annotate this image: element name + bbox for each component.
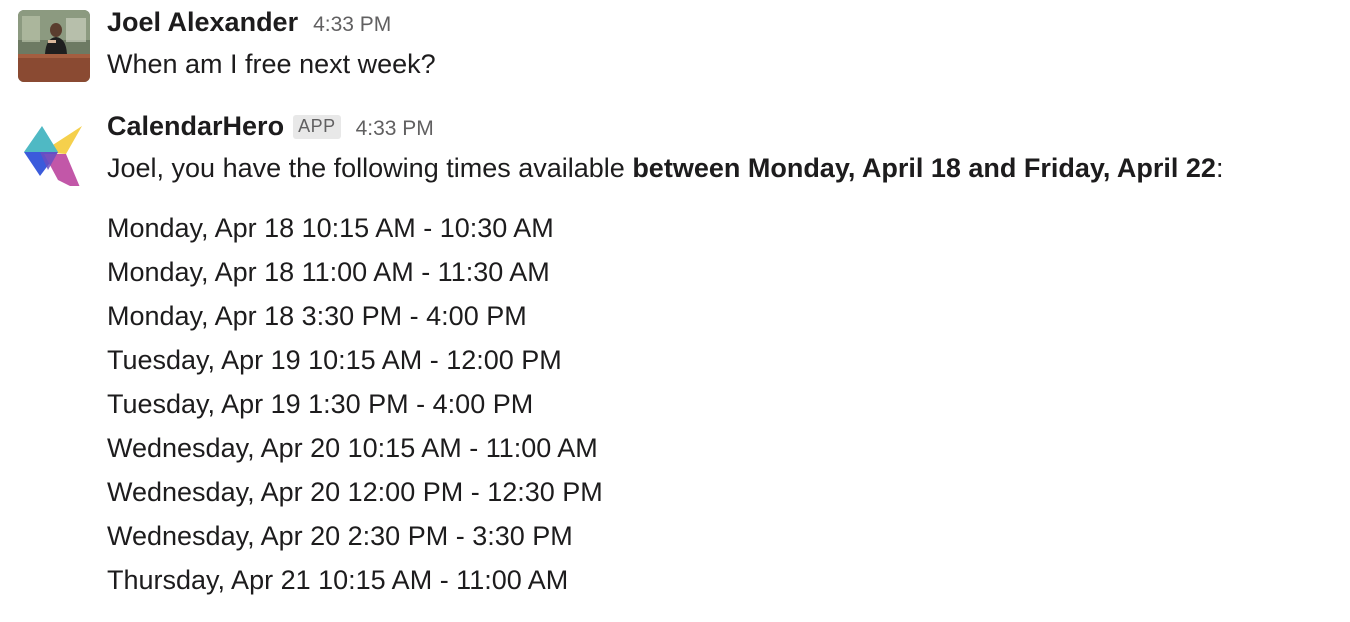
intro-suffix: : [1215, 153, 1224, 183]
availability-slot: Monday, Apr 18 3:30 PM - 4:00 PM [107, 301, 527, 331]
availability-slot: Monday, Apr 18 11:00 AM - 11:30 AM [107, 257, 550, 287]
availability-slot: Monday, Apr 18 10:15 AM - 10:30 AM [107, 213, 554, 243]
availability-slot: Tuesday, Apr 19 1:30 PM - 4:00 PM [107, 389, 534, 419]
message-header: Joel Alexander 4:33 PM [107, 7, 1330, 43]
user-photo-avatar-icon [18, 10, 90, 82]
message-header: CalendarHero APP 4:33 PM [107, 111, 1330, 147]
user-avatar[interactable] [18, 10, 90, 82]
app-badge: APP [293, 115, 341, 139]
message-content: CalendarHero APP 4:33 PM Joel, you have … [107, 111, 1330, 602]
sender-name[interactable]: Joel Alexander [107, 7, 298, 38]
sender-name[interactable]: CalendarHero [107, 111, 284, 142]
availability-slot: Wednesday, Apr 20 2:30 PM - 3:30 PM [107, 521, 573, 551]
availability-slot: Wednesday, Apr 20 10:15 AM - 11:00 AM [107, 433, 598, 463]
intro-prefix: Joel, you have the following times avail… [107, 153, 633, 183]
availability-slot: Tuesday, Apr 19 10:15 AM - 12:00 PM [107, 345, 562, 375]
message-timestamp[interactable]: 4:33 PM [356, 117, 434, 141]
calendarhero-logo-icon [24, 126, 82, 186]
availability-list: Monday, Apr 18 10:15 AM - 10:30 AM Monda… [107, 206, 1330, 602]
availability-intro: Joel, you have the following times avail… [107, 150, 1330, 186]
availability-slot: Thursday, Apr 21 10:15 AM - 11:00 AM [107, 565, 569, 595]
app-avatar[interactable] [18, 114, 90, 186]
message-content: Joel Alexander 4:33 PM When am I free ne… [107, 7, 1330, 82]
availability-slot: Wednesday, Apr 20 12:00 PM - 12:30 PM [107, 477, 603, 507]
message-text: When am I free next week? [107, 49, 436, 79]
message-timestamp[interactable]: 4:33 PM [313, 13, 391, 37]
intro-date-range: between Monday, April 18 and Friday, Apr… [632, 153, 1216, 183]
